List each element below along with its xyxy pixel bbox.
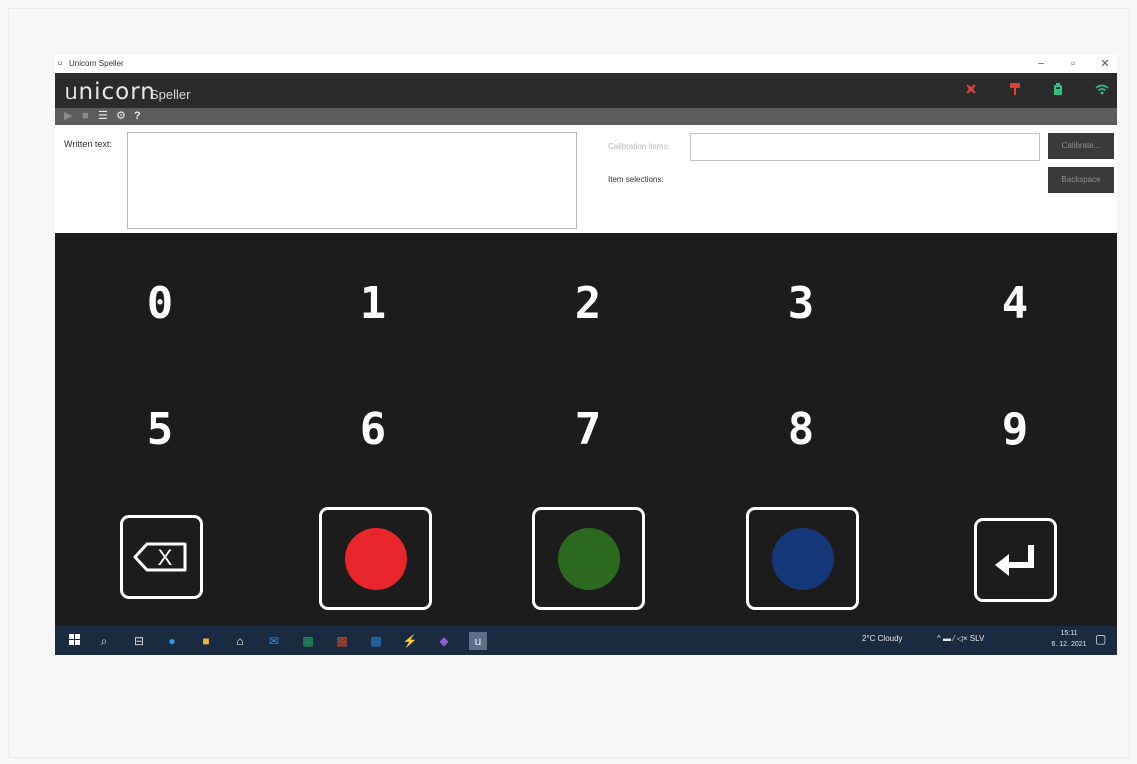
calibrate-button[interactable]: Calibrate...	[1048, 133, 1114, 159]
item-selections-label: Item selections:	[608, 175, 664, 184]
clock-time[interactable]: 15:11	[1049, 630, 1089, 637]
headset-icon	[1009, 82, 1021, 99]
enter-icon	[995, 545, 1034, 576]
visual-studio-icon[interactable]: ◆	[435, 632, 453, 650]
search-icon[interactable]: ⌕	[95, 632, 113, 650]
speller-form: Written text: Calibration items: Calibra…	[55, 125, 1117, 233]
gear-icon[interactable]: ⚙	[116, 109, 126, 124]
written-text-field[interactable]	[127, 132, 577, 229]
menu-list-icon[interactable]: ☰	[98, 109, 108, 124]
speller-item-7[interactable]: 7	[553, 405, 623, 455]
powerpoint-icon[interactable]: ▩	[333, 632, 351, 650]
start-icon[interactable]	[65, 632, 83, 650]
speller-item-0[interactable]: 0	[125, 279, 195, 329]
edge-icon[interactable]: ●	[163, 632, 181, 650]
calibration-items-label: Calibration items:	[608, 142, 670, 151]
task-view-icon[interactable]: ⊟	[130, 632, 148, 650]
blue-circle	[771, 527, 834, 590]
file-explorer-icon[interactable]: ■	[197, 632, 215, 650]
device-status-icons	[965, 82, 1109, 99]
speller-matrix: 0 1 2 3 4 5 6 7 8 9 X	[55, 233, 1117, 626]
notification-icon[interactable]: ▢	[1095, 632, 1106, 646]
red-circle-tile[interactable]	[319, 507, 432, 610]
blue-circle-tile[interactable]	[746, 507, 859, 610]
maximize-button[interactable]: ▫	[1059, 56, 1087, 72]
green-circle-tile[interactable]	[532, 507, 645, 610]
battery-icon	[1053, 82, 1063, 99]
weather-widget[interactable]: 2°C Cloudy	[862, 634, 903, 643]
speller-item-9[interactable]: 9	[980, 405, 1050, 455]
written-text-label: Written text:	[64, 139, 112, 149]
enter-tile[interactable]	[974, 518, 1057, 602]
amplifier-disconnected-icon	[965, 83, 977, 98]
wifi-icon	[1095, 83, 1109, 98]
main-toolbar: ▶ ■ ☰ ⚙ ?	[55, 108, 1117, 125]
help-icon[interactable]: ?	[134, 109, 141, 124]
speller-window: ᥙ Unicorn Speller − ▫ ✕ ᥙnicorn Speller …	[55, 55, 1117, 655]
brand-subtitle: Speller	[150, 87, 191, 102]
window-titlebar: ᥙ Unicorn Speller − ▫ ✕	[55, 55, 1117, 73]
minimize-button[interactable]: −	[1027, 56, 1055, 72]
unicorn-icon[interactable]: ᥙ	[469, 632, 487, 650]
backspace-tile[interactable]: X	[120, 515, 203, 599]
speller-item-3[interactable]: 3	[766, 279, 836, 329]
brand-header: ᥙnicorn Speller	[55, 73, 1117, 108]
sublime-icon[interactable]: ⚡	[401, 632, 419, 650]
windows-taskbar: ⌕ ⊟ ● ■ ⌂ ✉ ▩ ▩ ▩ ⚡ ◆ ᥙ 2°C Cloudy ^ ▬ ⁄…	[55, 626, 1117, 655]
backspace-button[interactable]: Backspace	[1048, 167, 1114, 193]
excel-icon[interactable]: ▩	[299, 632, 317, 650]
clock-date[interactable]: 6. 12. 2021	[1049, 641, 1089, 648]
stop-icon[interactable]: ■	[82, 109, 89, 124]
speller-item-2[interactable]: 2	[553, 279, 623, 329]
close-button[interactable]: ✕	[1091, 56, 1119, 72]
backspace-glyph: X	[158, 545, 173, 570]
store-icon[interactable]: ⌂	[231, 632, 249, 650]
speller-item-4[interactable]: 4	[980, 279, 1050, 329]
mail-icon[interactable]: ✉	[265, 632, 283, 650]
red-circle	[344, 527, 407, 590]
backspace-icon: X	[133, 542, 187, 572]
system-tray-icons[interactable]: ^ ▬ ⁄ ◁× SLV	[937, 634, 984, 643]
window-title: Unicorn Speller	[69, 59, 124, 68]
green-circle	[557, 527, 620, 590]
unicorn-logo: ᥙnicorn	[65, 79, 156, 105]
word-icon[interactable]: ▩	[367, 632, 385, 650]
play-icon[interactable]: ▶	[64, 109, 72, 124]
calibration-items-field[interactable]	[690, 133, 1040, 161]
speller-item-1[interactable]: 1	[338, 279, 408, 329]
speller-item-6[interactable]: 6	[338, 405, 408, 455]
unicorn-icon: ᥙ	[58, 58, 63, 67]
speller-item-5[interactable]: 5	[125, 405, 195, 455]
speller-item-8[interactable]: 8	[766, 405, 836, 455]
